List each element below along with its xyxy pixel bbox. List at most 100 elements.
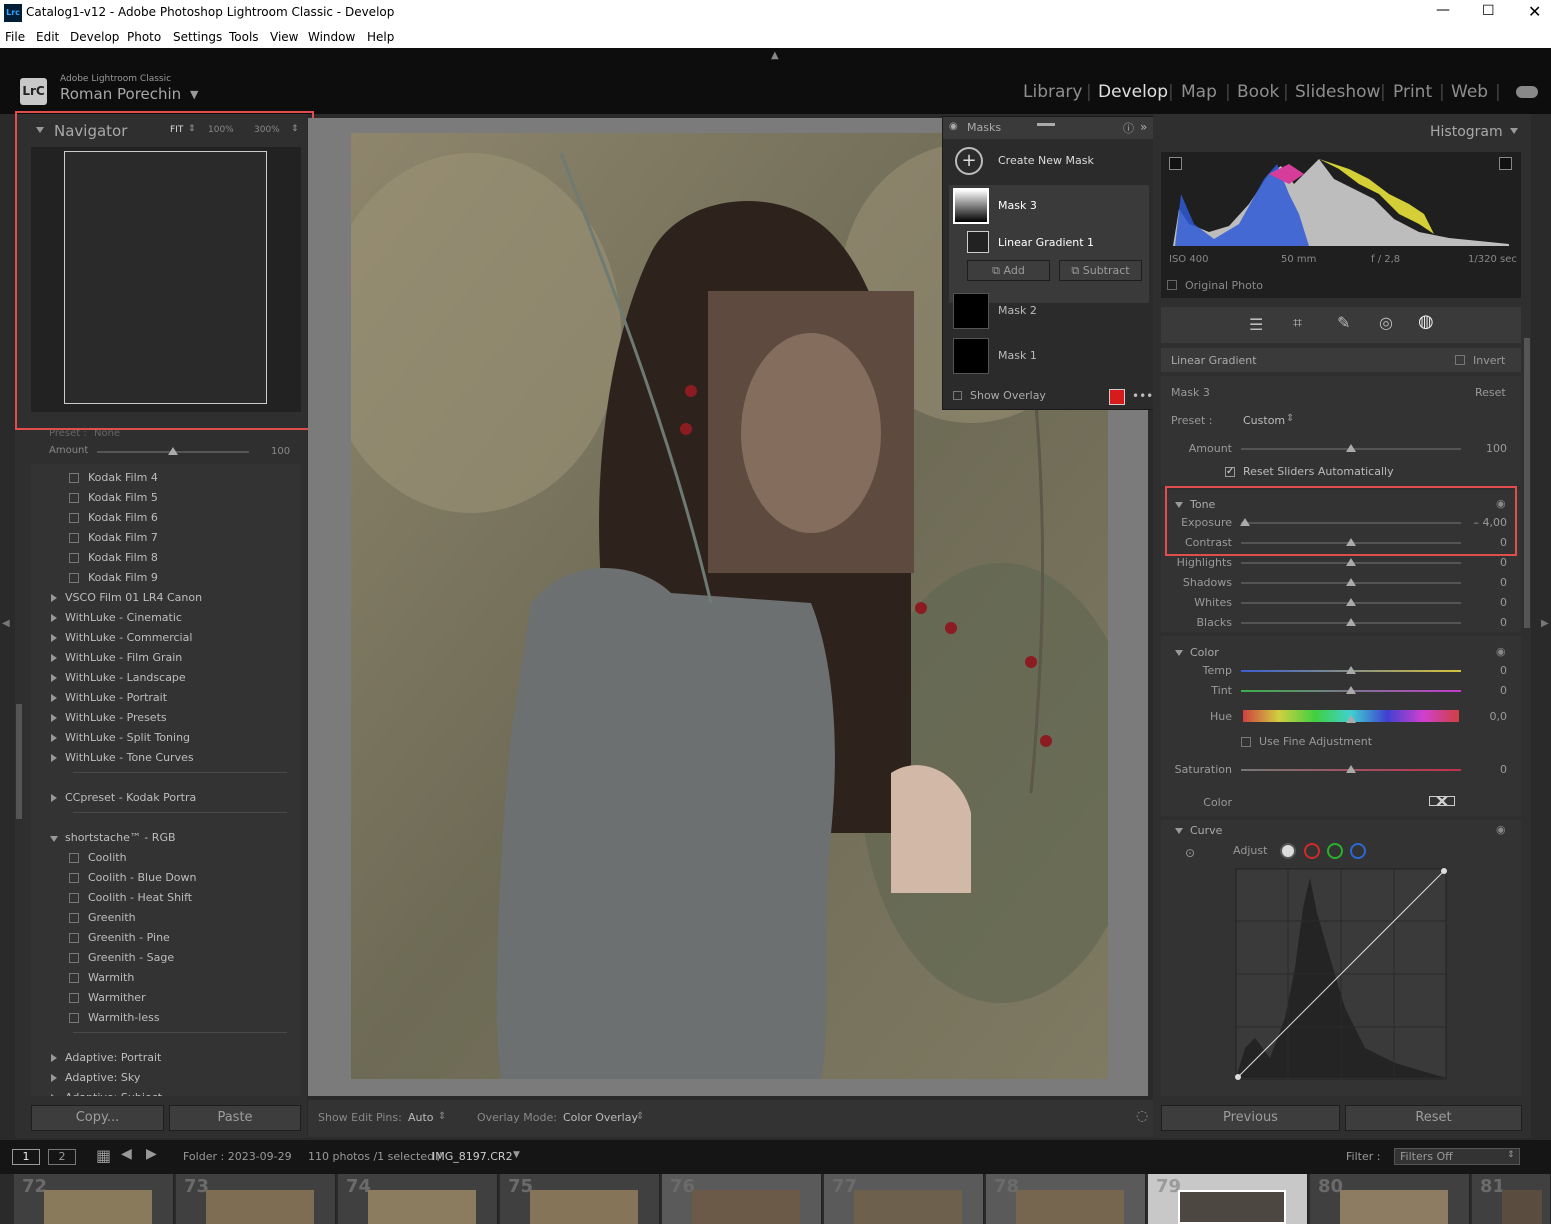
color-swatch[interactable]	[1429, 796, 1455, 806]
preset-item[interactable]: Kodak Film 7	[31, 528, 301, 548]
histogram[interactable]: ISO 400 50 mm f / 2,8 1/320 sec Original…	[1161, 152, 1521, 298]
identity-dropdown-icon[interactable]: ▼	[190, 88, 198, 101]
left-panel-toggle-icon[interactable]: ◀	[2, 618, 10, 629]
overlay-color-swatch[interactable]	[1109, 389, 1125, 405]
module-book[interactable]: Book	[1237, 82, 1279, 102]
healing-icon[interactable]: ✎	[1337, 313, 1350, 332]
menu-view[interactable]: View	[270, 30, 298, 44]
tone-slider-value[interactable]: 0	[1467, 576, 1507, 589]
right-scrollbar[interactable]	[1524, 338, 1530, 628]
edit-pins-select[interactable]: Auto	[408, 1111, 434, 1124]
close-icon[interactable]: ✕	[1528, 2, 1541, 21]
module-web[interactable]: Web	[1451, 82, 1488, 102]
preset-item[interactable]: Greenith	[31, 908, 301, 928]
tone-slider-thumb[interactable]	[1346, 598, 1356, 606]
page-1-button[interactable]: 1	[12, 1149, 40, 1165]
preset-group[interactable]: CCpreset - Kodak Portra	[31, 788, 301, 808]
edit-sliders-icon[interactable]: ☰	[1249, 315, 1263, 334]
preset-item[interactable]: Kodak Film 4	[31, 468, 301, 488]
tone-slider-thumb[interactable]	[1346, 578, 1356, 586]
masks-collapse-icon[interactable]: »	[1140, 120, 1147, 134]
mask-subtract-button[interactable]: ⧉ Subtract	[1059, 260, 1142, 281]
color-visibility-icon[interactable]: ◉	[1496, 645, 1506, 658]
next-photo-icon[interactable]: ▶	[146, 1146, 157, 1162]
original-photo-checkbox[interactable]	[1167, 280, 1177, 290]
tone-slider-value[interactable]: 0	[1467, 556, 1507, 569]
mask-3-label[interactable]: Mask 3	[998, 199, 1037, 212]
filmstrip-frame[interactable]: 75	[500, 1174, 660, 1224]
left-scrollbar[interactable]	[16, 704, 22, 819]
current-filename[interactable]: IMG_8197.CR2	[432, 1150, 513, 1163]
mask-1-label[interactable]: Mask 1	[998, 349, 1037, 362]
preset-item[interactable]: Kodak Film 6	[31, 508, 301, 528]
tone-slider-thumb[interactable]	[1346, 558, 1356, 566]
menu-tools[interactable]: Tools	[229, 30, 259, 44]
filename-dropdown-icon[interactable]: ▼	[513, 1150, 520, 1160]
filmstrip-frame[interactable]: 78	[986, 1174, 1146, 1224]
preset-group[interactable]: WithLuke - Film Grain	[31, 648, 301, 668]
fine-adjust-checkbox[interactable]	[1241, 737, 1251, 747]
histogram-collapse-icon[interactable]	[1510, 128, 1518, 134]
curve-channel-green[interactable]	[1327, 843, 1343, 859]
menu-window[interactable]: Window	[308, 30, 355, 44]
filmstrip-frame[interactable]: 77	[824, 1174, 984, 1224]
user-name[interactable]: Roman Porechin	[60, 85, 181, 103]
target-adjust-icon[interactable]: ⊙	[1185, 846, 1195, 860]
curve-collapse-icon[interactable]	[1175, 828, 1183, 834]
preset-item[interactable]: Warmith	[31, 968, 301, 988]
filter-select[interactable]: Filters Off ⇕	[1394, 1148, 1520, 1165]
red-eye-icon[interactable]: ◎	[1379, 313, 1393, 332]
overlay-options-icon[interactable]: •••	[1132, 389, 1153, 403]
mask-preset-select[interactable]: Custom	[1243, 414, 1285, 427]
preset-item[interactable]: Greenith - Sage	[31, 948, 301, 968]
preset-group[interactable]: Adaptive: Portrait	[31, 1048, 301, 1068]
menu-settings[interactable]: Settings	[173, 30, 222, 44]
preset-item[interactable]: Coolith - Heat Shift	[31, 888, 301, 908]
page-2-button[interactable]: 2	[48, 1149, 76, 1165]
masks-drag-handle[interactable]	[1037, 123, 1055, 126]
toolbar-menu-icon[interactable]: ◌	[1136, 1108, 1148, 1124]
filmstrip-frame[interactable]: 79	[1148, 1174, 1308, 1224]
minimize-icon[interactable]: —	[1436, 2, 1450, 18]
overlay-mode-select[interactable]: Color Overlay	[563, 1111, 638, 1124]
create-mask-label[interactable]: Create New Mask	[998, 154, 1094, 167]
mask-2-thumb[interactable]	[953, 293, 989, 329]
preset-item[interactable]: Kodak Film 5	[31, 488, 301, 508]
filmstrip-frame[interactable]: 76	[662, 1174, 822, 1224]
tone-slider-thumb[interactable]	[1346, 618, 1356, 626]
preset-item[interactable]: Kodak Film 8	[31, 548, 301, 568]
linear-gradient-label[interactable]: Linear Gradient 1	[998, 236, 1094, 249]
masking-icon[interactable]: ◍	[1418, 311, 1434, 332]
invert-checkbox[interactable]	[1455, 355, 1465, 365]
maximize-icon[interactable]: ☐	[1482, 3, 1495, 19]
module-library[interactable]: Library	[1023, 82, 1082, 102]
curve-channel-blue[interactable]	[1350, 843, 1366, 859]
mask-reset-link[interactable]: Reset	[1475, 386, 1506, 399]
tone-curve[interactable]	[1235, 868, 1447, 1080]
tone-slider-value[interactable]: 0	[1467, 616, 1507, 629]
preset-item[interactable]: Kodak Film 9	[31, 568, 301, 588]
curve-channel-red[interactable]	[1304, 843, 1320, 859]
menu-photo[interactable]: Photo	[127, 30, 161, 44]
preset-group[interactable]: shortstache™ - RGB	[31, 828, 301, 848]
filmstrip-frame[interactable]: 73	[176, 1174, 336, 1224]
mask-3-thumb[interactable]	[953, 188, 989, 224]
reset-button[interactable]: Reset	[1345, 1105, 1522, 1131]
preset-group[interactable]: Adaptive: Subject	[31, 1088, 301, 1096]
preset-group[interactable]: WithLuke - Landscape	[31, 668, 301, 688]
previous-button[interactable]: Previous	[1161, 1105, 1340, 1131]
crop-icon[interactable]: ⌗	[1293, 313, 1302, 333]
preset-item[interactable]: Coolith	[31, 848, 301, 868]
paste-button[interactable]: Paste	[169, 1105, 301, 1131]
preset-group[interactable]: WithLuke - Commercial	[31, 628, 301, 648]
preset-item[interactable]: Coolith - Blue Down	[31, 868, 301, 888]
preset-group[interactable]: VSCO Film 01 LR4 Canon	[31, 588, 301, 608]
filmstrip-frame[interactable]: 74	[338, 1174, 498, 1224]
prev-photo-icon[interactable]: ◀	[121, 1146, 132, 1162]
collapse-top-icon[interactable]: ▲	[771, 50, 779, 61]
mask-2-label[interactable]: Mask 2	[998, 304, 1037, 317]
filmstrip-frame[interactable]: 72	[14, 1174, 174, 1224]
tone-slider-value[interactable]: 0	[1467, 596, 1507, 609]
show-overlay-checkbox[interactable]	[953, 391, 962, 400]
grid-view-icon[interactable]: ▦	[96, 1146, 111, 1165]
